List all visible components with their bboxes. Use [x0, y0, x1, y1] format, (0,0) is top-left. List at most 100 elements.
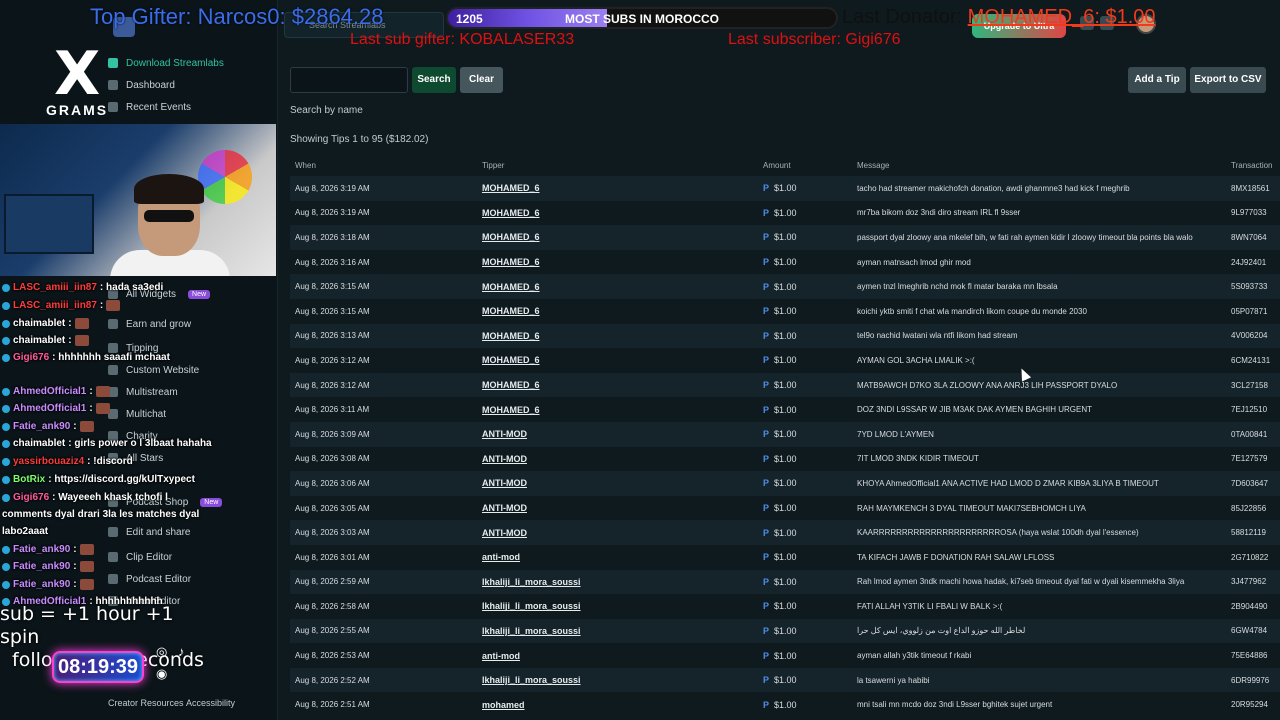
- tipper-link[interactable]: ANTI-MOD: [477, 520, 758, 545]
- table-row[interactable]: Aug 8, 2026 3:11 AM MOHAMED_6 P $1.00 DOZ 3N…: [290, 397, 1280, 422]
- tip-amount: P $1.00: [758, 200, 852, 226]
- tip-amount: P $1.00: [758, 348, 852, 373]
- table-row[interactable]: Aug 8, 2026 3:18 AM MOHAMED_6 P $1.00 passpo…: [290, 225, 1280, 250]
- chat-username[interactable]: LASC_amiii_iin87: [13, 300, 97, 311]
- tip-amount: P $1.00: [758, 495, 852, 521]
- table-row[interactable]: Aug 8, 2026 3:19 AM MOHAMED_6 P $1.00 mr7ba …: [290, 200, 1280, 226]
- sidebar-item-4[interactable]: Earn and grow: [108, 317, 191, 331]
- sidebar-item-label: Download Streamlabs: [126, 57, 224, 69]
- chat-username[interactable]: AhmedOfficial1: [13, 386, 86, 397]
- sidebar-item-0[interactable]: Download Streamlabs: [108, 56, 224, 70]
- column-header-message[interactable]: Message: [852, 154, 1226, 176]
- paypal-icon: P: [763, 404, 770, 415]
- chat-username[interactable]: AhmedOfficial1: [13, 403, 86, 414]
- table-row[interactable]: Aug 8, 2026 2:52 AM lkhaliji_li_mora_sous…: [290, 667, 1280, 693]
- column-header-transaction[interactable]: Transaction: [1226, 154, 1280, 176]
- paypal-icon: P: [763, 503, 770, 514]
- tipper-link[interactable]: MOHAMED_6: [477, 274, 758, 299]
- table-row[interactable]: Aug 8, 2026 3:09 AM ANTI-MOD P $1.00 7YD LMO…: [290, 421, 1280, 447]
- tipper-link[interactable]: MOHAMED_6: [477, 323, 758, 349]
- export-csv-button[interactable]: Export to CSV: [1190, 67, 1266, 93]
- table-row[interactable]: Aug 8, 2026 3:16 AM MOHAMED_6 P $1.00 ayman …: [290, 249, 1280, 275]
- tipper-link[interactable]: MOHAMED_6: [477, 372, 758, 398]
- brand-logo[interactable]: X GRAMS: [46, 44, 116, 118]
- chat-emote-icon: [95, 386, 110, 397]
- sidebar-item-12[interactable]: Edit and share: [108, 525, 191, 539]
- tipper-link[interactable]: lkhaliji_li_mora_soussi: [477, 569, 758, 595]
- chat-emote-icon: [79, 579, 94, 590]
- tipper-link[interactable]: MOHAMED_6: [477, 200, 758, 226]
- sidebar-item-2[interactable]: Recent Events: [108, 100, 191, 114]
- chat-text: : Wayeeeh khask tchofi l: [52, 492, 168, 503]
- tipper-link[interactable]: lkhaliji_li_mora_soussi: [477, 667, 758, 693]
- last-donator-label: Last Donator:: [842, 6, 963, 28]
- table-row[interactable]: Aug 8, 2026 3:08 AM ANTI-MOD P $1.00 7IT LMO…: [290, 446, 1280, 472]
- paypal-icon: P: [763, 355, 770, 366]
- tipper-link[interactable]: lkhaliji_li_mora_soussi: [477, 594, 758, 619]
- tipper-link[interactable]: MOHAMED_6: [477, 225, 758, 250]
- tipper-link[interactable]: anti-mod: [477, 643, 758, 668]
- sidebar-item-8[interactable]: Multichat: [108, 407, 166, 421]
- tipper-link[interactable]: ANTI-MOD: [477, 471, 758, 496]
- table-row[interactable]: Aug 8, 2026 3:12 AM MOHAMED_6 P $1.00 AYMAN …: [290, 348, 1280, 373]
- add-tip-button[interactable]: Add a Tip: [1128, 67, 1186, 93]
- chat-username[interactable]: Gigi676: [13, 492, 49, 503]
- table-row[interactable]: Aug 8, 2026 2:58 AM lkhaliji_li_mora_sous…: [290, 594, 1280, 619]
- column-header-tipper[interactable]: Tipper: [477, 154, 758, 176]
- table-row[interactable]: Aug 8, 2026 2:55 AM lkhaliji_li_mora_sous…: [290, 618, 1280, 644]
- amount-value: $1.00: [774, 330, 797, 341]
- tipper-link[interactable]: ANTI-MOD: [477, 495, 758, 521]
- accessibility-link[interactable]: Accessibility: [186, 698, 235, 708]
- chat-username[interactable]: LASC_amiii_iin87: [13, 282, 97, 293]
- table-row[interactable]: Aug 8, 2026 2:51 AM mohamed P $1.00 mni tsal…: [290, 692, 1280, 718]
- table-row[interactable]: Aug 8, 2026 2:53 AM anti-mod P $1.00 ayman a…: [290, 643, 1280, 668]
- table-row[interactable]: Aug 8, 2026 3:15 AM MOHAMED_6 P $1.00 aymen …: [290, 274, 1280, 299]
- web-icon: [108, 365, 118, 375]
- table-row[interactable]: Aug 8, 2026 3:12 AM MOHAMED_6 P $1.00 MATB9A…: [290, 372, 1280, 398]
- tipper-link[interactable]: MOHAMED_6: [477, 397, 758, 422]
- table-row[interactable]: Aug 8, 2026 3:19 AM MOHAMED_6 P $1.00 tacho …: [290, 176, 1280, 201]
- tipper-link[interactable]: MOHAMED_6: [477, 249, 758, 275]
- chat-username[interactable]: BotRix: [13, 474, 45, 485]
- tip-message: AYMAN GOL 3ACHA LMALIK >:(: [852, 348, 1226, 373]
- search-input[interactable]: [290, 67, 408, 93]
- tipper-link[interactable]: MOHAMED_6: [477, 298, 758, 324]
- clear-button[interactable]: Clear: [460, 67, 503, 93]
- chat-username[interactable]: Gigi676: [13, 352, 49, 363]
- tipper-link[interactable]: lkhaliji_li_mora_soussi: [477, 618, 758, 644]
- tipper-link[interactable]: ANTI-MOD: [477, 421, 758, 447]
- tipper-link[interactable]: mohamed: [477, 692, 758, 718]
- sidebar-item-7[interactable]: Multistream: [108, 385, 178, 399]
- sidebar-item-13[interactable]: Clip Editor: [108, 550, 172, 564]
- tipper-link[interactable]: MOHAMED_6: [477, 176, 758, 201]
- search-button[interactable]: Search: [412, 67, 456, 93]
- table-row[interactable]: Aug 8, 2026 3:06 AM ANTI-MOD P $1.00 KHOYA A…: [290, 471, 1280, 496]
- sidebar-item-14[interactable]: Podcast Editor: [108, 572, 191, 586]
- chat-username[interactable]: Fatie_ank90: [13, 544, 70, 555]
- sidebar-item-6[interactable]: Custom Website: [108, 363, 199, 377]
- table-row[interactable]: Aug 8, 2026 3:15 AM MOHAMED_6 P $1.00 koichi…: [290, 298, 1280, 324]
- table-row[interactable]: Aug 8, 2026 2:59 AM lkhaliji_li_mora_sous…: [290, 569, 1280, 595]
- sidebar-item-1[interactable]: Dashboard: [108, 78, 175, 92]
- chat-username[interactable]: yassirbouaziz4: [13, 456, 84, 467]
- chat-username[interactable]: Fatie_ank90: [13, 579, 70, 590]
- column-header-amount[interactable]: Amount: [758, 154, 852, 176]
- column-header-when[interactable]: When: [290, 154, 477, 176]
- table-row[interactable]: Aug 8, 2026 3:01 AM anti-mod P $1.00 TA KIFA…: [290, 544, 1280, 570]
- chat-username[interactable]: chaimablet: [13, 335, 65, 346]
- tip-date: Aug 8, 2026 3:11 AM: [290, 397, 477, 422]
- chat-username[interactable]: Fatie_ank90: [13, 561, 70, 572]
- chat-username[interactable]: Fatie_ank90: [13, 421, 70, 432]
- tip-amount: P $1.00: [758, 298, 852, 324]
- tipper-link[interactable]: ANTI-MOD: [477, 446, 758, 472]
- chat-text: :: [73, 579, 77, 590]
- table-row[interactable]: Aug 8, 2026 3:13 AM MOHAMED_6 P $1.00 tel9o …: [290, 323, 1280, 349]
- chat-username[interactable]: chaimablet: [13, 318, 65, 329]
- creator-resources-link[interactable]: Creator Resources: [108, 698, 184, 708]
- tipper-link[interactable]: MOHAMED_6: [477, 348, 758, 373]
- tipper-link[interactable]: anti-mod: [477, 544, 758, 570]
- table-row[interactable]: Aug 8, 2026 3:05 AM ANTI-MOD P $1.00 RAH MAY…: [290, 495, 1280, 521]
- table-row[interactable]: Aug 8, 2026 3:03 AM ANTI-MOD P $1.00 KAARRRR…: [290, 520, 1280, 545]
- chat-username[interactable]: chaimablet: [13, 438, 65, 449]
- amount-value: $1.00: [774, 552, 797, 563]
